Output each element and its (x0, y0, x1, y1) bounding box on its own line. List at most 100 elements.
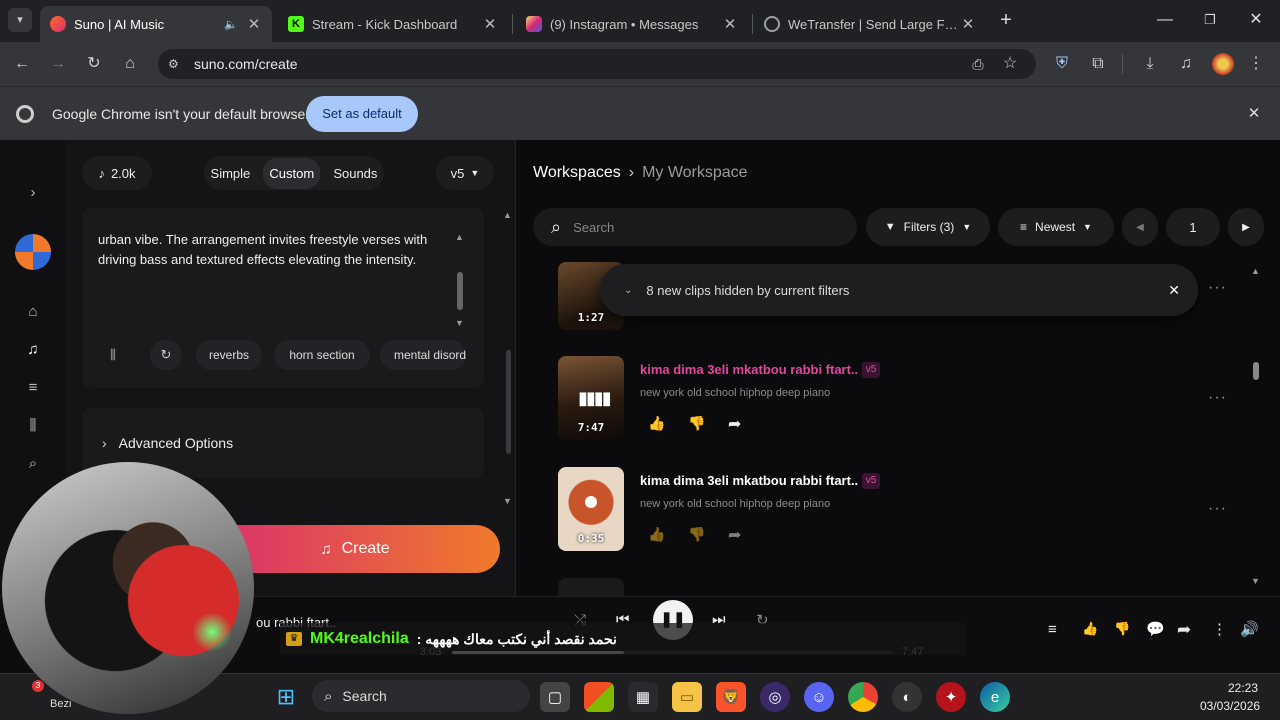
restore-icon[interactable]: ❐ (1200, 8, 1220, 32)
clip-thumbnail[interactable]: 0:35 (558, 467, 624, 551)
style-chip[interactable]: horn section (274, 340, 370, 370)
expand-nav-icon[interactable]: › (22, 182, 44, 204)
bookmark-star-icon[interactable]: ☆ (998, 52, 1022, 76)
store-icon[interactable]: ▦ (628, 682, 658, 712)
style-chip[interactable]: reverbs (196, 340, 262, 370)
more-options-icon[interactable]: ··· (1208, 279, 1227, 297)
more-options-icon[interactable]: ··· (1208, 389, 1227, 407)
breadcrumb-root[interactable]: Workspaces (533, 164, 621, 182)
chevron-down-icon[interactable]: ⌄ (624, 285, 632, 296)
task-view-icon[interactable]: ▢ (540, 682, 570, 712)
brave-icon[interactable]: 🦁 (716, 682, 746, 712)
sort-button[interactable]: ≡ Newest ▼ (998, 208, 1114, 246)
scroll-up-icon[interactable]: ▲ (455, 232, 464, 242)
close-tab-icon[interactable]: ✕ (246, 15, 262, 33)
clock-time[interactable]: 22:23 (1228, 681, 1258, 695)
share-icon[interactable]: ➦ (728, 525, 741, 545)
address-bar[interactable]: ⚙ suno.com/create (158, 49, 1036, 79)
share-icon[interactable]: ➦ (728, 414, 741, 434)
style-text[interactable]: urban vibe. The arrangement invites free… (98, 230, 446, 270)
forward-icon[interactable]: → (46, 52, 70, 76)
discord-icon[interactable]: ☺ (804, 682, 834, 712)
address-text[interactable]: suno.com/create (194, 56, 298, 72)
textarea-scrollbar[interactable] (457, 272, 463, 310)
close-infobar-icon[interactable]: ✕ (1244, 104, 1264, 124)
clock-date[interactable]: 03/03/2026 (1200, 699, 1260, 713)
volume-icon[interactable]: 🔊 (1240, 620, 1259, 638)
clip-thumbnail[interactable]: ▮▮▮▮ 7:47 (558, 356, 624, 440)
filters-button[interactable]: ▼ Filters (3) ▼ (866, 208, 990, 246)
next-page-button[interactable]: ▶ (1228, 208, 1264, 246)
studio-icon[interactable]: ≡ (22, 377, 44, 399)
reload-icon[interactable]: ↻ (82, 52, 106, 76)
set-default-button[interactable]: Set as default (306, 96, 418, 132)
list-scroll-up-icon[interactable]: ▲ (1251, 266, 1260, 276)
page-number[interactable]: 1 (1166, 208, 1220, 246)
dislike-icon[interactable]: 👎 (688, 526, 705, 543)
create-button[interactable]: ♫ Create (210, 525, 500, 573)
close-window-icon[interactable]: ✕ (1246, 8, 1266, 32)
like-icon[interactable]: 👍 (648, 526, 665, 543)
dislike-icon[interactable]: 👎 (1114, 621, 1130, 637)
prev-page-button[interactable]: ◀ (1122, 208, 1158, 246)
close-notice-icon[interactable]: ✕ (1168, 282, 1180, 299)
clip-title[interactable]: kima dima 3eli mkatbou rabbi ftart.. (640, 362, 858, 377)
library-icon[interactable]: ⫼ (22, 415, 44, 437)
home-icon[interactable]: ⌂ (118, 52, 142, 76)
panel-scroll-down-icon[interactable]: ▼ (503, 496, 512, 506)
extensions-puzzle-icon[interactable]: ⧉ (1086, 52, 1110, 76)
weather-label[interactable]: Bezi (50, 698, 71, 710)
chrome-menu-icon[interactable]: ⋮ (1244, 52, 1268, 76)
shuffle-styles-icon[interactable]: ↻ (150, 340, 182, 370)
credits-badge[interactable]: ♪ 2.0k (82, 156, 152, 190)
like-icon[interactable]: 👍 (1082, 621, 1098, 637)
media-control-icon[interactable]: ♫ (1174, 52, 1198, 76)
download-icon[interactable]: ⤓ (1138, 52, 1162, 76)
close-tab-icon[interactable]: ✕ (482, 15, 498, 33)
more-options-icon[interactable]: ··· (1208, 500, 1227, 518)
model-select[interactable]: v5 ▼ (436, 156, 494, 190)
windows-start-icon[interactable]: ⊞ (271, 682, 301, 712)
breadcrumb-current[interactable]: My Workspace (642, 164, 748, 182)
clip-title[interactable]: kima dima 3eli mkatbou rabbi ftart.. (640, 473, 858, 488)
share-icon[interactable]: ➦ (1177, 620, 1191, 640)
style-chip[interactable]: mental disord (380, 340, 466, 370)
clip-style[interactable]: new york old school hiphop deep piano (640, 387, 830, 399)
panel-scroll-up-icon[interactable]: ▲ (503, 210, 512, 220)
clip-thumbnail[interactable] (558, 578, 624, 596)
tab-wetransfer[interactable]: WeTransfer | Send Large Files Fa ✕ (754, 6, 986, 42)
search-icon[interactable]: ⌕ (22, 453, 44, 475)
obs-icon[interactable]: ◎ (760, 682, 790, 712)
speaker-icon[interactable]: 🔈 (224, 18, 238, 31)
chrome-icon[interactable] (848, 682, 878, 712)
widgets-icon[interactable] (584, 682, 614, 712)
tab-kick[interactable]: K Stream - Kick Dashboard ✕ (278, 6, 508, 42)
mode-custom[interactable]: Custom (263, 157, 321, 189)
close-tab-icon[interactable]: ✕ (722, 15, 738, 33)
mode-simple[interactable]: Simple (211, 166, 251, 181)
more-options-icon[interactable]: ⋮ (1212, 620, 1227, 638)
new-tab-button[interactable]: + (994, 8, 1018, 32)
list-scrollbar[interactable] (1253, 362, 1259, 380)
panel-scrollbar[interactable] (506, 350, 511, 454)
home-icon[interactable]: ⌂ (22, 301, 44, 323)
tab-suno[interactable]: Suno | AI Music 🔈 ✕ (40, 6, 272, 42)
site-info-icon[interactable]: ⚙ (168, 57, 186, 71)
list-scroll-down-icon[interactable]: ▼ (1251, 576, 1260, 586)
comment-icon[interactable]: 💬 (1146, 620, 1165, 638)
tab-search-button[interactable]: ▾ (8, 8, 32, 32)
create-music-icon[interactable]: ♫ (22, 339, 44, 361)
tab-instagram[interactable]: (9) Instagram • Messages ✕ (516, 6, 748, 42)
file-explorer-icon[interactable]: ▭ (672, 682, 702, 712)
suno-logo[interactable] (15, 234, 51, 270)
style-library-icon[interactable]: ⫼ (110, 347, 116, 363)
close-tab-icon[interactable]: ✕ (960, 15, 976, 33)
search-input[interactable]: ⌕ Search (533, 208, 857, 246)
like-icon[interactable]: 👍 (648, 415, 665, 432)
extension-shield-icon[interactable]: ⛨ (1050, 52, 1074, 76)
mode-sounds[interactable]: Sounds (333, 166, 377, 181)
taskbar-search[interactable]: ⌕ Search (312, 680, 530, 712)
install-app-icon[interactable]: ⎙ (966, 52, 990, 76)
edge-icon[interactable]: e (980, 682, 1010, 712)
back-icon[interactable]: ← (10, 52, 34, 76)
